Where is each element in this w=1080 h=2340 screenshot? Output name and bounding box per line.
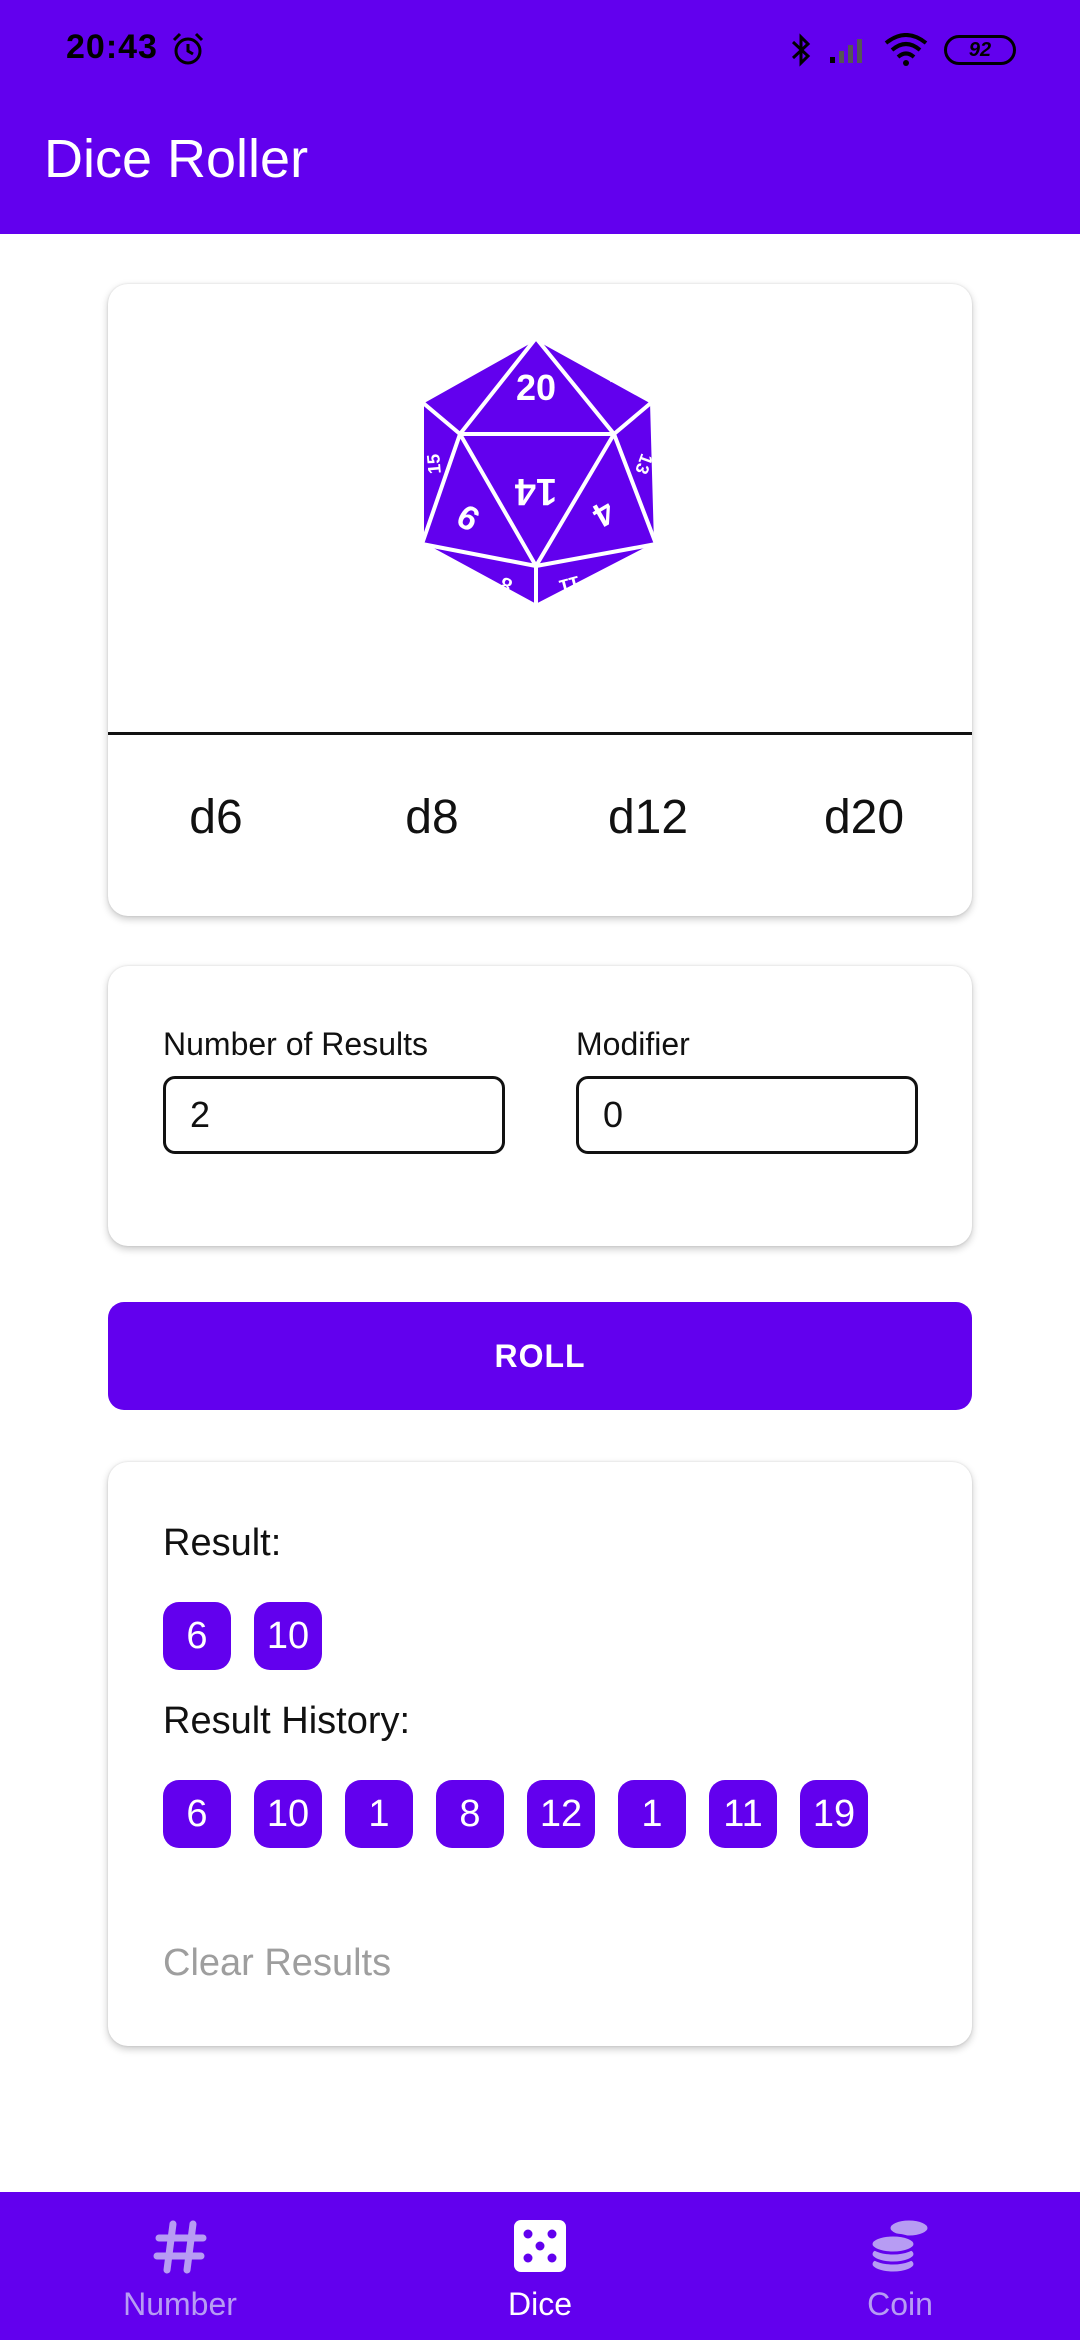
result-chip: 6 [163, 1602, 231, 1670]
battery-indicator: 92 [944, 35, 1016, 65]
tab-d12[interactable]: d12 [540, 758, 756, 878]
dice-face-20: 20 [516, 367, 556, 408]
nav-label-number: Number [123, 2286, 237, 2322]
results-card: Result: 6 10 Result History: 6 10 1 8 12… [108, 1462, 972, 2046]
result-history-label: Result History: [163, 1700, 411, 1742]
history-chip: 10 [254, 1780, 322, 1848]
history-chip: 1 [618, 1780, 686, 1848]
modifier-input[interactable]: 0 [576, 1076, 918, 1154]
number-of-results-input[interactable]: 2 [163, 1076, 505, 1154]
history-chip: 11 [709, 1780, 777, 1848]
dice-type-tabs: d6 d8 d12 d20 [108, 758, 972, 878]
bluetooth-icon [791, 33, 811, 67]
history-chip: 1 [345, 1780, 413, 1848]
history-chip: 6 [163, 1780, 231, 1848]
dice-face-15: 15 [423, 453, 445, 475]
status-bar: 20:43 92 [0, 0, 1080, 100]
modifier-label: Modifier [576, 1026, 690, 1062]
history-chip: 12 [527, 1780, 595, 1848]
number-of-results-label: Number of Results [163, 1026, 428, 1062]
status-time: 20:43 [66, 28, 158, 66]
roll-options-card: Number of Results 2 Modifier 0 [108, 966, 972, 1246]
nav-label-coin: Coin [867, 2286, 933, 2322]
hash-icon [153, 2220, 207, 2274]
result-chip: 10 [254, 1602, 322, 1670]
dice-face-14: 14 [515, 470, 557, 512]
clear-results-button[interactable]: Clear Results [163, 1942, 391, 1985]
dice-icon [514, 2220, 566, 2272]
wifi-icon [884, 33, 928, 66]
nav-item-dice[interactable]: Dice [360, 2192, 720, 2340]
bottom-navigation: Number Dice Coin [0, 2192, 1080, 2340]
cellular-signal-icon [830, 39, 862, 63]
coins-icon [869, 2217, 931, 2275]
app-bar: Dice Roller [0, 100, 1080, 234]
nav-item-coin[interactable]: Coin [720, 2192, 1080, 2340]
nav-item-number[interactable]: Number [0, 2192, 360, 2340]
nav-label-dice: Dice [507, 2286, 572, 2322]
result-history: 6 10 1 8 12 1 11 19 [163, 1780, 868, 1848]
status-icons: 92 [790, 30, 1016, 70]
dice-selector-card: 20 14 9 4 8 11 2 13 15 d6 d8 d12 d20 [108, 284, 972, 916]
tab-d8[interactable]: d8 [324, 758, 540, 878]
history-chip: 8 [436, 1780, 504, 1848]
roll-button[interactable]: ROLL [108, 1302, 972, 1410]
history-chip: 19 [800, 1780, 868, 1848]
dice-divider [108, 732, 972, 735]
page-title: Dice Roller [44, 129, 309, 189]
current-results: 6 10 [163, 1602, 322, 1670]
tab-d6[interactable]: d6 [108, 758, 324, 878]
alarm-icon [172, 32, 204, 65]
tab-d20[interactable]: d20 [756, 758, 972, 878]
d20-dice-icon: 20 14 9 4 8 11 2 13 15 [420, 336, 658, 608]
result-label: Result: [163, 1522, 282, 1564]
